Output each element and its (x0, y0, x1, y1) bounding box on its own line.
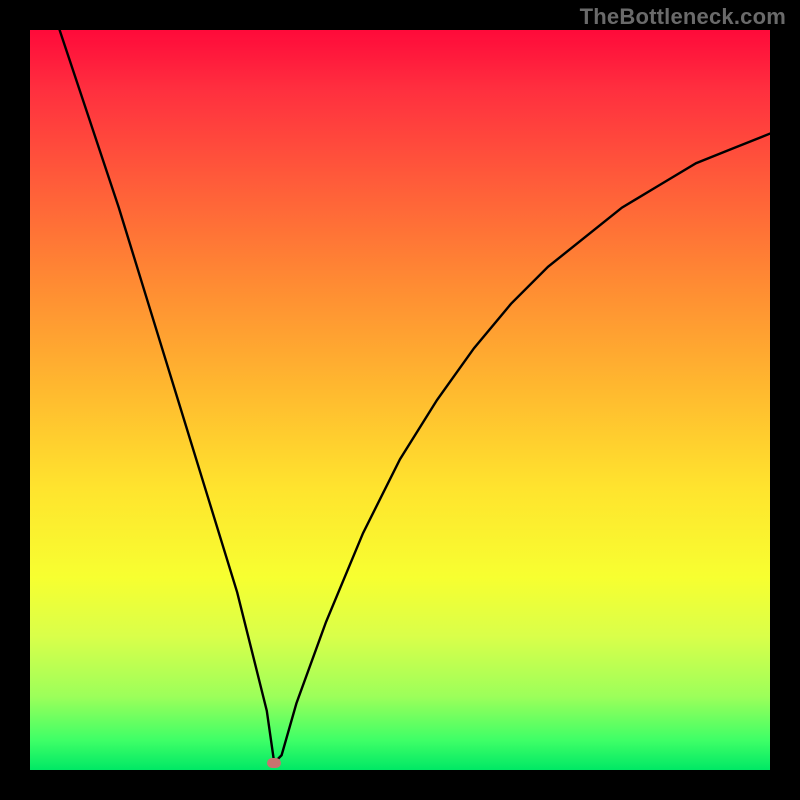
plot-area (30, 30, 770, 770)
minimum-marker (267, 758, 281, 768)
bottleneck-curve (60, 30, 770, 763)
curve-svg (30, 30, 770, 770)
watermark-text: TheBottleneck.com (580, 4, 786, 30)
chart-frame: TheBottleneck.com (0, 0, 800, 800)
